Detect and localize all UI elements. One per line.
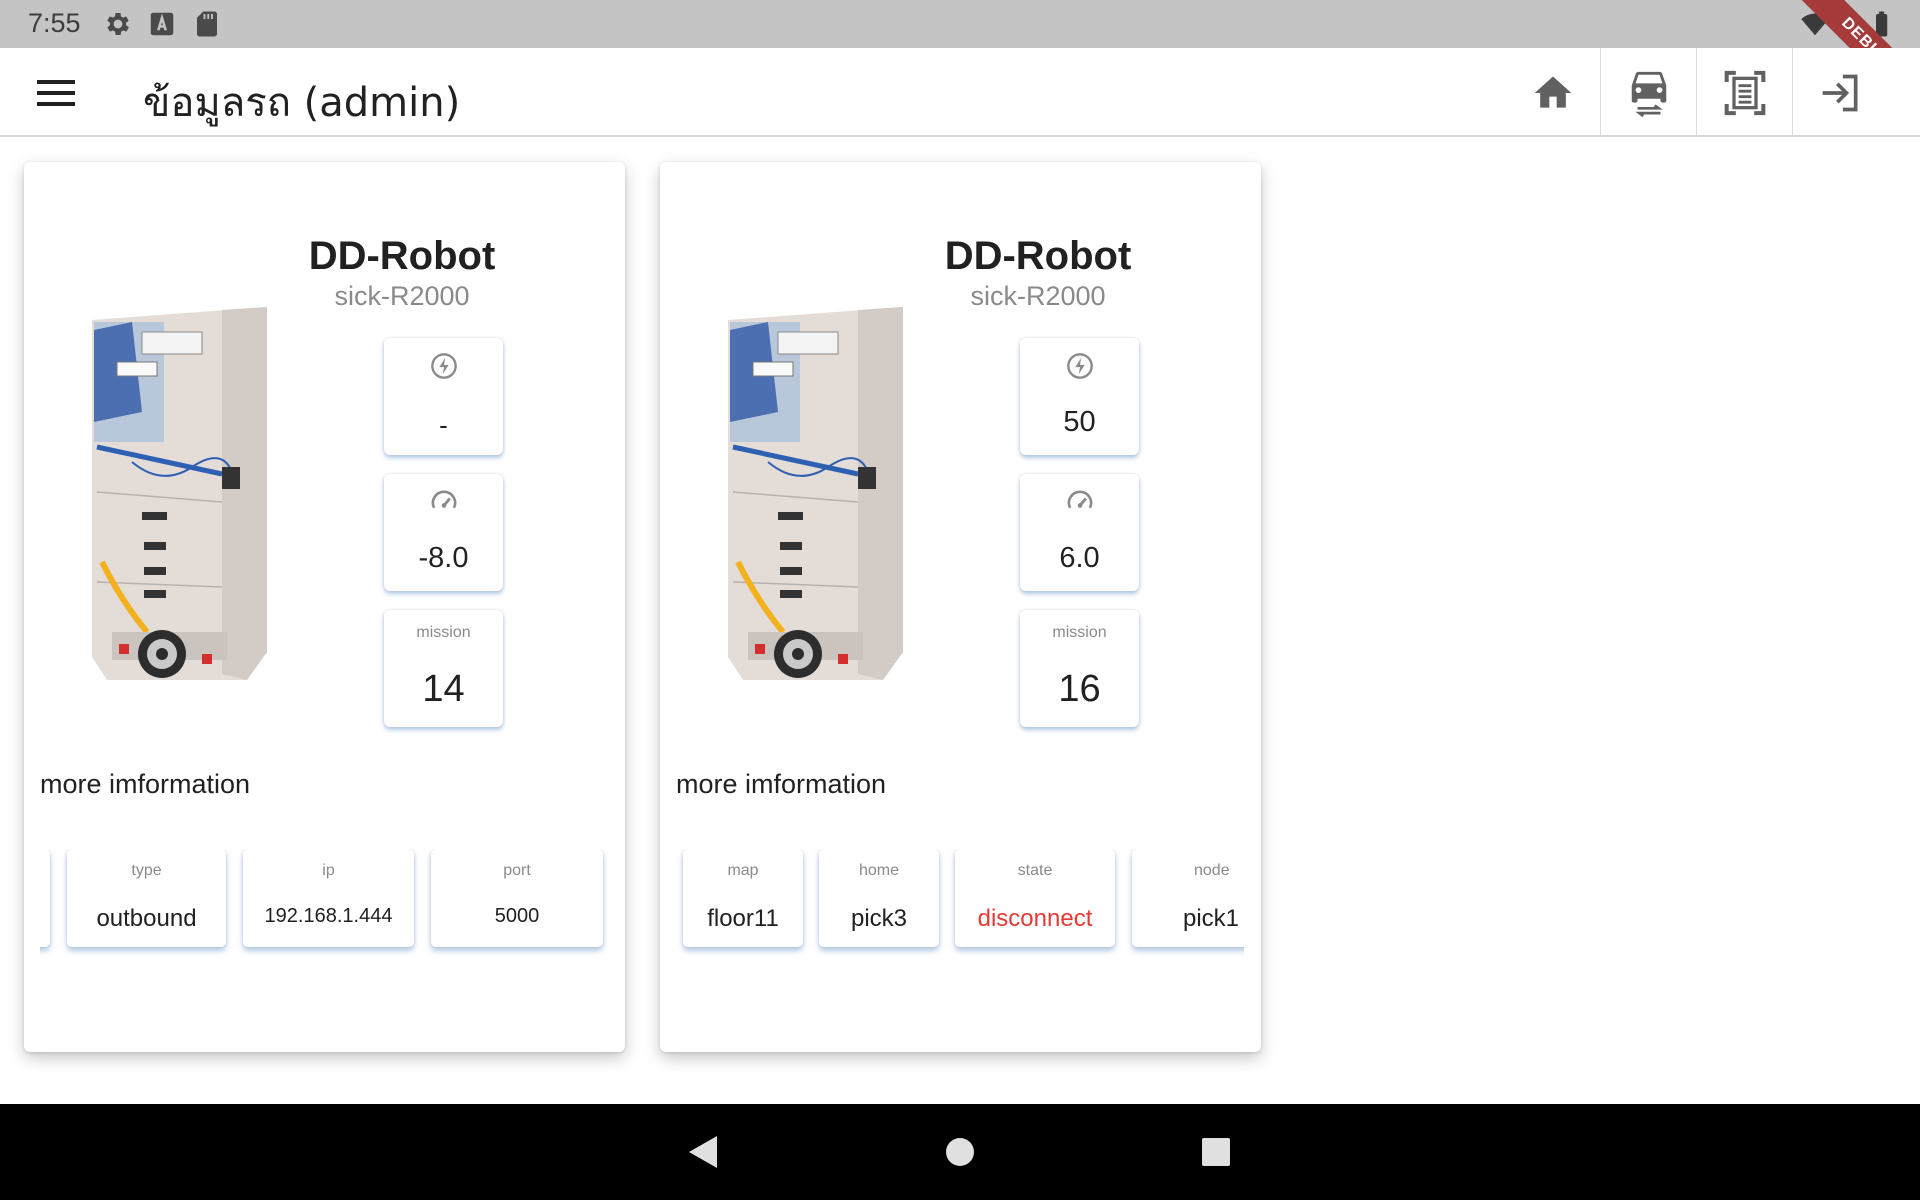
mission-label: mission (416, 624, 471, 641)
mission-stat: mission 16 (1020, 610, 1139, 727)
battery-charge-icon (1066, 353, 1093, 379)
info-label: ip (322, 862, 335, 879)
state-value: disconnect (977, 905, 1093, 932)
info-label: map (727, 862, 759, 879)
info-label: state (1017, 862, 1053, 879)
speedometer-icon (1067, 490, 1092, 509)
robot-name: DD-Robot (944, 234, 1132, 278)
menu-button[interactable] (30, 70, 82, 116)
nav-back-button[interactable] (664, 1104, 744, 1200)
more-info-heading: more imformation (676, 769, 887, 799)
status-time: 7:55 (28, 8, 81, 38)
hamburger-menu-icon (37, 80, 75, 106)
status-bar: 7:55 DEBUG (0, 0, 1920, 125)
info-item-home: home pick3 (819, 849, 939, 947)
nav-home-button[interactable] (920, 1104, 1000, 1200)
info-item-state: state disconnect (955, 849, 1115, 947)
battery-charge-icon (430, 353, 457, 379)
page-title: ข้อมูลรถ (admin) (143, 80, 461, 126)
speed-stat: 6.0 (1020, 474, 1139, 591)
info-value: floor11 (707, 905, 779, 932)
info-item-port: port 5000 (431, 849, 603, 947)
mission-value: 14 (422, 668, 465, 710)
sd-card-icon (197, 11, 217, 37)
speed-value: -8.0 (418, 542, 469, 574)
info-scroll-strip[interactable]: type outbound ip 192.168.1.444 port 5000 (40, 849, 608, 959)
info-label: port (503, 862, 531, 879)
nav-recents-button[interactable] (1176, 1104, 1256, 1200)
battery-stat: 50 (1020, 338, 1139, 455)
more-info-heading: more imformation (40, 769, 251, 799)
mission-stat: mission 14 (384, 610, 503, 727)
font-a-icon (150, 12, 174, 36)
login-icon (1822, 74, 1857, 111)
info-item-ip: ip 192.168.1.444 (243, 849, 414, 947)
login-button[interactable] (1793, 48, 1888, 137)
vehicle-swap-button[interactable] (1601, 48, 1696, 137)
speedometer-icon (431, 490, 456, 509)
info-value: pick1 (1183, 905, 1240, 932)
robot-list: DD-Robot sick-R2000 - -8.0 mission 14 mo… (0, 137, 1920, 1104)
home-button[interactable] (1505, 48, 1600, 137)
info-value: 5000 (494, 905, 540, 927)
speed-value: 6.0 (1059, 542, 1100, 574)
info-item-node: node pick1 (1132, 849, 1244, 947)
gear-icon (107, 13, 129, 35)
info-value: outbound (96, 905, 197, 932)
robot-name: DD-Robot (308, 234, 496, 278)
info-label: node (1194, 862, 1230, 879)
mission-value: 16 (1058, 668, 1101, 710)
robot-image (92, 307, 267, 680)
info-item-type: type outbound (67, 849, 226, 947)
battery-stat: - (384, 338, 503, 455)
vehicle-swap-icon (1631, 71, 1666, 117)
app-bar: ข้อมูลรถ (admin) (0, 48, 1920, 137)
battery-value: - (439, 410, 448, 440)
info-value: pick3 (850, 905, 908, 932)
home-circle-icon (946, 1138, 974, 1166)
recents-icon (1202, 1138, 1230, 1166)
mission-label: mission (1052, 624, 1107, 641)
document-scan-icon (1724, 70, 1765, 115)
home-icon (1534, 76, 1571, 108)
info-scroll-strip[interactable]: map floor11 home pick3 state disconnect … (676, 849, 1244, 959)
info-label: type (131, 862, 162, 879)
robot-image (728, 307, 903, 680)
info-value: 192.168.1.444 (264, 905, 393, 927)
robot-card[interactable]: DD-Robot sick-R2000 (660, 162, 1261, 1052)
back-icon (689, 1136, 717, 1168)
document-scan-button[interactable] (1697, 48, 1792, 137)
battery-value: 50 (1063, 406, 1096, 438)
info-item-map: map floor11 (683, 849, 803, 947)
robot-card[interactable]: DD-Robot sick-R2000 (24, 162, 625, 1052)
info-label: home (858, 862, 900, 879)
system-nav-bar (0, 1104, 1920, 1200)
speed-stat: -8.0 (384, 474, 503, 591)
info-item (40, 849, 50, 947)
